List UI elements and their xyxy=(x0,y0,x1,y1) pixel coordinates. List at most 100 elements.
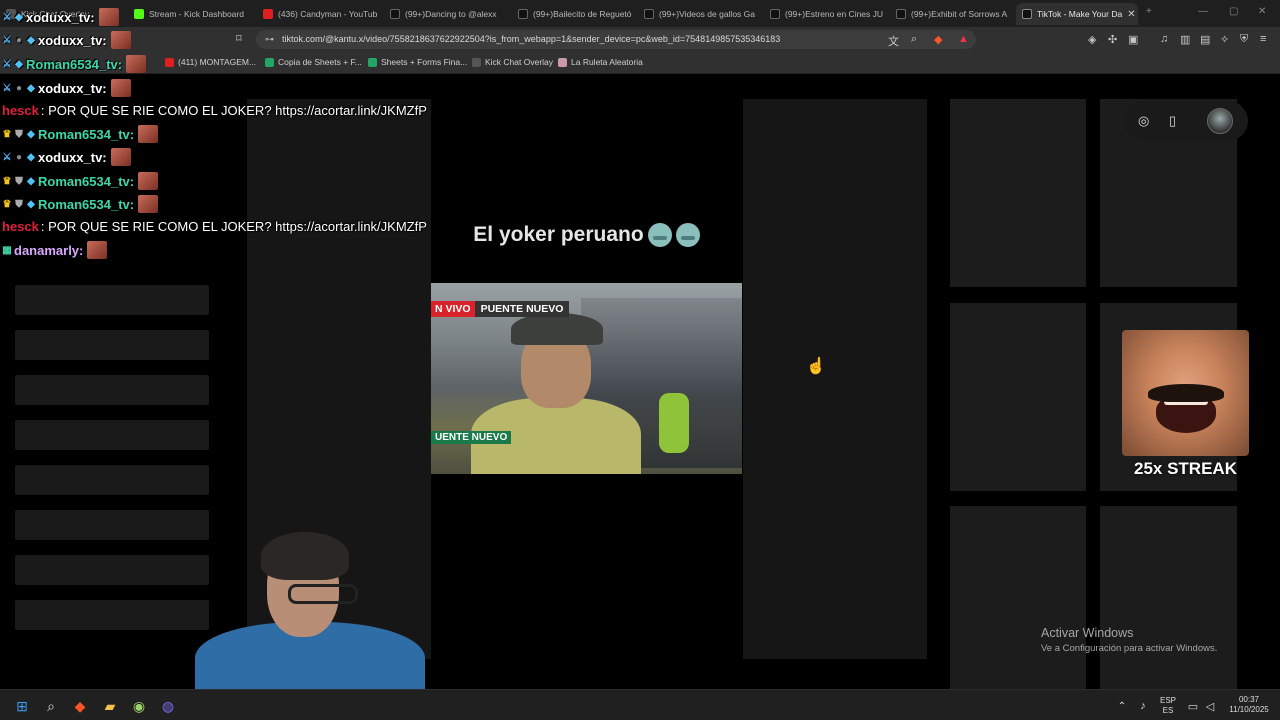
chat-text: : POR QUE SE RIE COMO EL JOKER? https://… xyxy=(40,103,427,118)
leo-ai-icon[interactable]: ✧ xyxy=(1220,33,1229,46)
microphone-icon[interactable]: ♪ xyxy=(1133,696,1153,716)
sidebar-icon[interactable]: ▥ xyxy=(1180,33,1190,46)
gem-badge-icon: ◆ xyxy=(27,175,35,187)
tab-tiktok-5[interactable]: (99+)Exhibit of Sorrows A xyxy=(890,3,1014,25)
tab-tiktok-2[interactable]: (99+)Bailecito de Reguetó xyxy=(512,3,636,25)
location-label: PUENTE NUEVO xyxy=(474,301,570,317)
wallet-icon[interactable]: ▤ xyxy=(1200,33,1210,46)
volume-icon[interactable]: ◁ xyxy=(1200,696,1220,716)
tiktok-icon xyxy=(390,9,400,19)
tab-kick-dashboard[interactable]: Stream - Kick Dashboard xyxy=(128,3,253,25)
clock[interactable]: 00:37 11/10/2025 xyxy=(1224,695,1274,715)
bookmark-sheets-1[interactable]: Copia de Sheets + F... xyxy=(265,57,362,67)
dot-badge-icon: ● xyxy=(15,34,23,46)
tiktok-icon xyxy=(644,9,654,19)
taskbar: ⊞ ⌕ ◆ ▰ ◉ ◍ ⌃ ♪ ESP ES ▭ ◁ 00:37 11/10/2… xyxy=(0,689,1280,720)
autoscroll-icon[interactable]: ◎ xyxy=(1138,113,1149,129)
tab-label: (99+)Bailecito de Reguetó xyxy=(533,9,632,19)
url-field[interactable]: ⊶ tiktok.com/@kantu.x/video/755821863762… xyxy=(256,30,976,49)
activate-windows-watermark: Activar Windows Ve a Configuración para … xyxy=(1041,626,1217,654)
puzzle-icon[interactable]: ✣ xyxy=(1108,33,1117,46)
close-window-icon[interactable]: ✕ xyxy=(1258,6,1266,17)
bookmark-montage[interactable]: (411) MONTAGEM... xyxy=(165,57,256,67)
brave-browser-icon[interactable]: ◆ xyxy=(70,696,90,716)
gem-badge-icon: ◆ xyxy=(27,128,35,140)
chat-message: ⚔ ● ◆ xoduxx_tv: xyxy=(2,79,131,97)
tab-youtube[interactable]: (436) Candyman - YouTub xyxy=(257,3,381,25)
discord-icon[interactable]: ◍ xyxy=(158,696,178,716)
emote-icon xyxy=(110,79,131,97)
zoom-icon[interactable]: ⌕ xyxy=(911,33,917,46)
tab-label: TikTok - Make Your Da xyxy=(1037,9,1123,19)
tab-label: (99+)Estreno en Cines JU xyxy=(785,9,884,19)
gem-badge-icon: ◆ xyxy=(27,198,35,210)
music-icon[interactable]: ♫ xyxy=(1160,33,1168,45)
bookmark-kick-chat[interactable]: Kick Chat Overlay xyxy=(472,57,553,67)
watermark-title: Activar Windows xyxy=(1041,626,1134,640)
app-icon[interactable]: ◉ xyxy=(129,696,149,716)
cold-face-emoji-icon xyxy=(675,223,700,248)
close-tab-icon[interactable]: ✕ xyxy=(1127,9,1135,20)
chat-placeholder xyxy=(15,285,209,315)
tab-tiktok-active[interactable]: TikTok - Make Your Da ✕ xyxy=(1016,3,1138,25)
shield-badge-icon: ⛊ xyxy=(15,198,23,210)
video-panel-right xyxy=(743,99,927,659)
site-info-icon[interactable]: ⊶ xyxy=(265,30,274,49)
tray-chevron-icon[interactable]: ⌃ xyxy=(1112,696,1132,716)
tab-tiktok-3[interactable]: (99+)Videos de gallos Ga xyxy=(638,3,762,25)
screenshot-icon[interactable]: ▣ xyxy=(1128,33,1138,46)
bookmark-icon[interactable]: ⌑ xyxy=(236,32,242,45)
bookmark-label: La Ruleta Aleatoria xyxy=(571,57,643,67)
chat-placeholder xyxy=(15,600,209,630)
tab-tiktok-1[interactable]: (99+)Dancing to @alexx xyxy=(384,3,508,25)
file-explorer-icon[interactable]: ▰ xyxy=(100,696,120,716)
video-tile[interactable] xyxy=(950,99,1086,287)
maximize-icon[interactable]: ▢ xyxy=(1229,6,1238,17)
chat-message: ⚔ ● ◆ xoduxx_tv: xyxy=(2,148,131,166)
sheets-icon xyxy=(368,57,377,67)
bookmark-label: Copia de Sheets + F... xyxy=(278,57,362,67)
shield-badge-icon: ⛊ xyxy=(15,128,23,140)
chat-message: ⚔ ● ◆ xoduxx_tv: xyxy=(2,31,131,49)
grid-badge-icon: ▦ xyxy=(2,244,12,256)
video-thumbnail[interactable]: N VIVO PUENTE NUEVO UENTE NUEVO xyxy=(431,283,742,474)
chat-placeholder xyxy=(15,510,209,540)
gem-badge-icon: ◆ xyxy=(27,82,35,94)
vpn-icon[interactable]: ⛨ xyxy=(1240,33,1248,46)
extension-icon[interactable]: ◈ xyxy=(1088,33,1096,46)
minimize-icon[interactable]: — xyxy=(1198,6,1208,17)
video-tile[interactable] xyxy=(950,303,1086,491)
chat-placeholder xyxy=(15,555,209,585)
cold-face-emoji-icon xyxy=(647,223,672,248)
language-code: ESP xyxy=(1159,696,1176,705)
streak-emote-image xyxy=(1122,330,1249,456)
translate-icon[interactable]: 文 xyxy=(888,33,899,49)
live-label: N VIVO xyxy=(431,301,475,317)
gem-badge-icon: ◆ xyxy=(15,58,23,70)
chat-placeholder xyxy=(15,420,209,450)
menu-icon[interactable]: ≡ xyxy=(1260,33,1266,45)
brave-rewards-icon[interactable]: ▲ xyxy=(958,33,969,45)
video-tile[interactable] xyxy=(1100,506,1237,689)
tiktok-icon xyxy=(1022,9,1032,19)
chat-username: hesck xyxy=(2,103,39,118)
profile-avatar[interactable] xyxy=(1207,108,1233,134)
keyboard-layout: ES xyxy=(1162,706,1174,715)
phone-icon[interactable]: ▯ xyxy=(1169,113,1176,129)
chat-message: ⚔ ◆ Roman6534_tv: xyxy=(2,55,147,73)
new-tab-icon[interactable]: + xyxy=(1146,6,1152,17)
url-text: tiktok.com/@kantu.x/video/75582186376229… xyxy=(282,34,781,44)
language-indicator[interactable]: ESP ES xyxy=(1156,696,1180,716)
dot-badge-icon: ● xyxy=(15,82,23,94)
tab-tiktok-4[interactable]: (99+)Estreno en Cines JU xyxy=(764,3,888,25)
brave-shield-icon[interactable]: ◆ xyxy=(934,33,942,46)
windows-start-icon[interactable]: ⊞ xyxy=(12,696,32,716)
search-icon[interactable]: ⌕ xyxy=(41,696,61,716)
webcam-overlay xyxy=(185,520,430,702)
bookmark-ruleta[interactable]: La Ruleta Aleatoria xyxy=(558,57,643,67)
clock-date: 11/10/2025 xyxy=(1229,705,1269,714)
live-tag: N VIVO PUENTE NUEVO xyxy=(431,301,570,317)
sword-badge-icon: ⚔ xyxy=(2,82,12,94)
bookmark-sheets-2[interactable]: Sheets + Forms Fina... xyxy=(368,57,467,67)
video-tile[interactable] xyxy=(950,506,1086,689)
